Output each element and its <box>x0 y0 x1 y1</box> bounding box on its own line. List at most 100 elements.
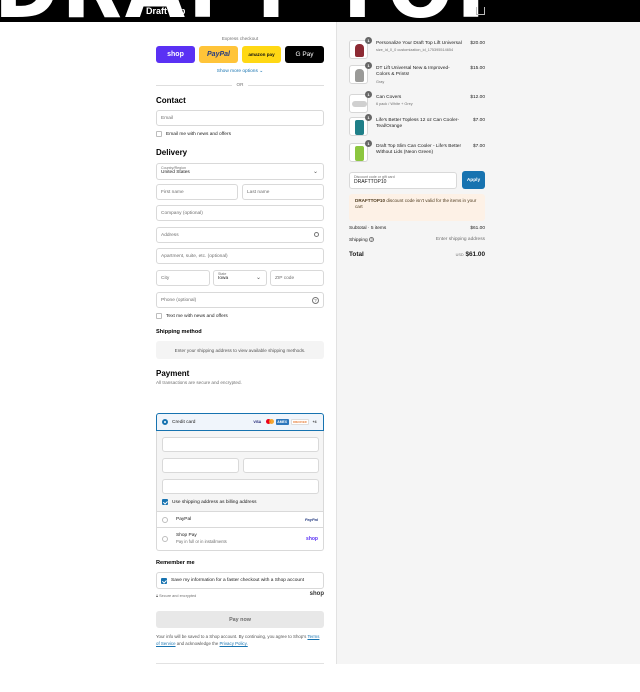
shop-pay-label: Shop Pay <box>176 532 197 538</box>
security-code-field[interactable] <box>243 458 319 473</box>
email-news-label: Email me with news and offers <box>166 131 231 137</box>
show-more-options-link[interactable]: Show more options ⌄ <box>156 69 324 74</box>
remember-me-label: Save my information for a faster checkou… <box>171 578 305 583</box>
item-name: Draft Top Slim Can Cooler - Life's Bette… <box>376 144 462 157</box>
checkbox-checked[interactable] <box>162 499 168 505</box>
radio-selected[interactable] <box>162 419 168 425</box>
shipping-value: Enter shipping address <box>435 237 485 242</box>
legal-text: Your info will be saved to a Shop accoun… <box>156 634 324 647</box>
address-field[interactable]: Address <box>156 227 324 243</box>
state-select[interactable]: State Iowa ⌄ <box>213 270 267 286</box>
expiration-field[interactable] <box>162 458 239 473</box>
store-logo[interactable]: DRAFT TOP <box>0 0 517 22</box>
zip-field[interactable]: ZIP code <box>270 270 324 286</box>
discount-error: DRAFTTOP10 discount code isn't valid for… <box>349 194 485 221</box>
country-select[interactable]: Country/Region United States ⌄ <box>156 163 324 180</box>
name-on-card-field[interactable] <box>162 479 319 494</box>
email-field[interactable]: Email <box>156 110 324 126</box>
secure-label: Secure and encrypted <box>159 594 197 598</box>
page-bottom <box>0 664 640 692</box>
quantity-badge: 1 <box>365 91 372 98</box>
checkbox-box[interactable] <box>156 131 162 137</box>
credit-card-option[interactable]: Credit card VISA AMEX DISCOVER +4 <box>156 413 324 431</box>
payment-heading: Payment <box>156 369 190 378</box>
help-icon[interactable]: ? <box>369 237 375 242</box>
amazon-pay-logo: amazon pay <box>248 52 275 57</box>
checkbox-checked[interactable] <box>161 577 167 584</box>
billing-address-checkbox[interactable]: Use shipping address as billing address <box>162 499 257 505</box>
shop-logo: shop <box>167 51 184 58</box>
shipping-row: Shipping ? Enter shipping address <box>349 237 485 243</box>
subtotal-label: Subtotal · 5 items <box>349 226 387 231</box>
email-placeholder: Email <box>161 115 173 121</box>
apply-button[interactable]: Apply <box>462 171 485 189</box>
header-banner: DRAFT TOP Draft Top <box>0 0 640 22</box>
shipping-method-heading: Shipping method <box>156 329 202 335</box>
item-name: DT Lift Universal New & Improved- Colors… <box>376 66 462 85</box>
text-news-label: Text me with news and offers <box>166 313 228 319</box>
paypal-option[interactable]: PayPal PayPal <box>156 512 324 528</box>
item-price: $12.00 <box>470 95 485 100</box>
city-field[interactable]: City <box>156 270 210 286</box>
company-field[interactable]: Company (optional) <box>156 205 324 221</box>
item-title: Can Covers <box>376 95 402 100</box>
apartment-field[interactable]: Apartment, suite, etc. (optional) <box>156 248 324 264</box>
item-title: DT Lift Universal New & Improved- Colors… <box>376 66 450 78</box>
shipping-method-notice: Enter your shipping address to view avai… <box>156 341 324 359</box>
legal-text-1: Your info will be saved to a Shop accoun… <box>156 634 307 639</box>
delivery-heading: Delivery <box>156 148 188 157</box>
first-name-placeholder: First name <box>161 189 184 195</box>
billing-address-label: Use shipping address as billing address <box>172 499 257 505</box>
last-name-field[interactable]: Last name <box>242 184 324 200</box>
shop-pay-option[interactable]: Shop Pay Pay in full or in installments s… <box>156 528 324 551</box>
email-news-checkbox[interactable]: Email me with news and offers <box>156 131 231 137</box>
line-item: 1 DT Lift Universal New & Improved- Colo… <box>349 62 485 89</box>
item-variant: 6 pack / White + Grey <box>376 102 413 107</box>
paypal-label: PayPal <box>176 517 192 522</box>
shop-logo-icon: shop <box>309 591 324 597</box>
item-name: Life's Better Topless 12 oz Can Cooler- … <box>376 118 462 131</box>
checkbox-box[interactable] <box>156 313 162 319</box>
line-item: 1 Personalize Your Draft Top Lift Univer… <box>349 37 485 64</box>
amazon-pay-express-button[interactable]: amazon pay <box>242 46 281 63</box>
privacy-link[interactable]: Privacy Policy. <box>220 641 248 646</box>
radio-unselected[interactable] <box>162 536 168 542</box>
google-pay-express-button[interactable]: G Pay <box>285 46 324 63</box>
line-item: 1 Life's Better Topless 12 oz Can Cooler… <box>349 114 485 141</box>
express-checkout-label: Express checkout <box>221 36 259 41</box>
first-name-field[interactable]: First name <box>156 184 238 200</box>
remember-me-box[interactable]: Save my information for a faster checkou… <box>156 572 324 589</box>
remember-me-heading: Remember me <box>156 560 195 566</box>
legal-text-2: and acknowledge the <box>176 640 219 646</box>
last-name-placeholder: Last name <box>247 189 270 195</box>
radio-unselected[interactable] <box>162 516 168 523</box>
quantity-badge: 1 <box>365 140 372 147</box>
discount-code-field[interactable]: Discount code or gift card DRAFTTOP10 <box>349 172 457 189</box>
phone-field[interactable]: Phone (optional)? <box>156 292 324 308</box>
subtotal-row: Subtotal · 5 items $61.00 <box>349 226 485 231</box>
line-item: 1 Draft Top Slim Can Cooler - Life's Bet… <box>349 140 485 167</box>
state-value: Iowa <box>218 276 229 281</box>
chevron-down-icon: ⌄ <box>255 275 261 281</box>
quantity-badge: 1 <box>365 62 372 69</box>
cart-icon[interactable] <box>476 7 485 15</box>
lock-icon: 🔒︎ <box>156 594 159 598</box>
help-icon[interactable]: ? <box>312 296 319 304</box>
pay-now-button[interactable]: Pay now <box>156 611 324 628</box>
paypal-express-button[interactable]: PayPal <box>199 46 238 63</box>
product-image <box>355 146 364 161</box>
card-number-field[interactable] <box>162 437 319 452</box>
shop-pay-express-button[interactable]: shop <box>156 46 195 63</box>
show-more-options-label: Show more options <box>216 69 258 74</box>
text-news-checkbox[interactable]: Text me with news and offers <box>156 313 228 319</box>
product-image <box>355 120 364 135</box>
order-summary: 1 Personalize Your Draft Top Lift Univer… <box>336 22 640 664</box>
total-row: Total USD $61.00 <box>349 251 485 258</box>
item-price: $20.00 <box>470 41 485 46</box>
shipping-label: Shipping <box>349 238 368 243</box>
shipping-label-wrap: Shipping ? <box>349 237 375 243</box>
total-label: Total <box>349 251 364 258</box>
item-name: Can Covers 6 pack / White + Grey <box>376 95 462 108</box>
visa-icon: VISA <box>253 420 262 424</box>
apartment-placeholder: Apartment, suite, etc. (optional) <box>161 253 228 259</box>
